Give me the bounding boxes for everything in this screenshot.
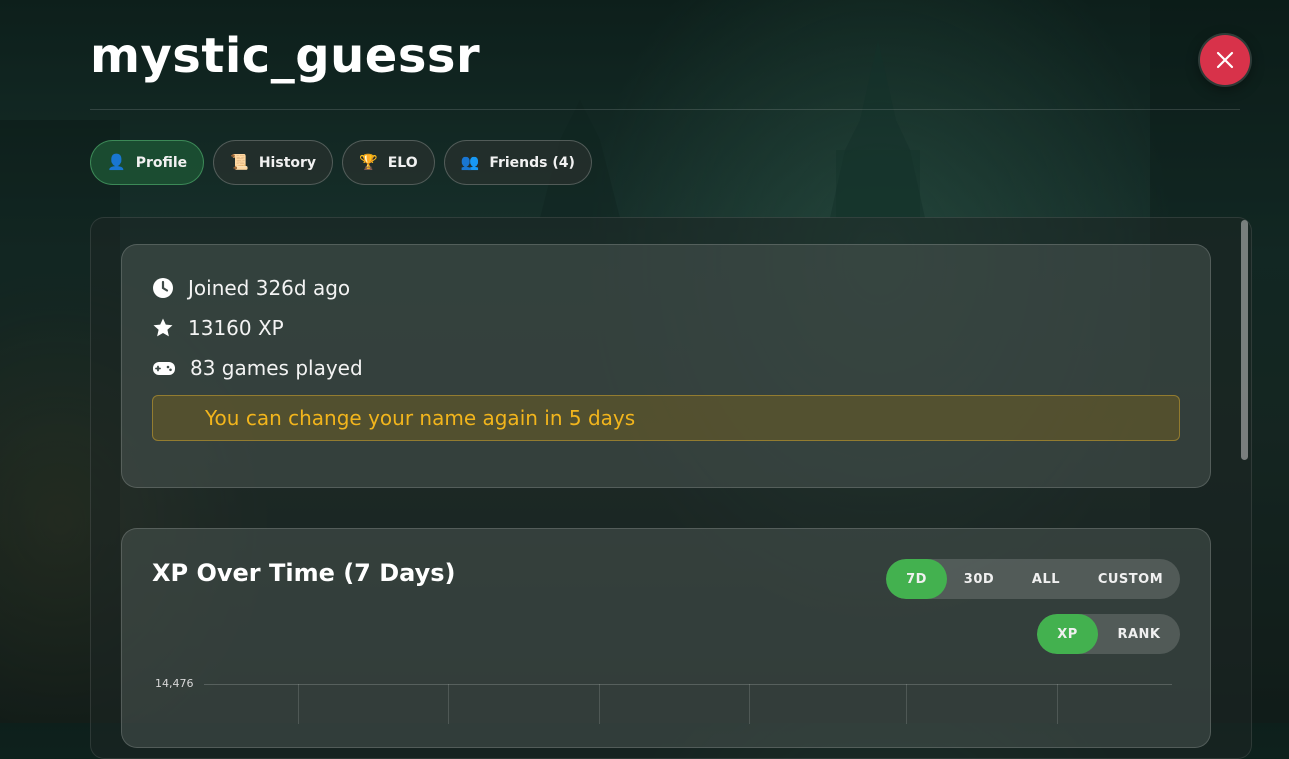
star-icon	[153, 318, 173, 337]
gridline-vertical	[1057, 684, 1058, 724]
range-30d-button[interactable]: 30D	[947, 559, 1011, 599]
xp-text: 13160 XP	[188, 316, 284, 340]
gridline-vertical	[448, 684, 449, 724]
tab-label: Friends (4)	[489, 154, 575, 171]
range-all-button[interactable]: ALL	[1011, 559, 1081, 599]
close-icon	[1216, 51, 1234, 69]
trophy-icon: 🏆	[359, 153, 378, 171]
header-divider	[90, 109, 1240, 110]
tab-profile[interactable]: 👤 Profile	[90, 140, 205, 185]
scrollbar-thumb[interactable]	[1241, 220, 1248, 460]
users-icon: 👥	[460, 153, 480, 171]
y-axis-top-label: 14,476	[155, 677, 194, 690]
tab-label: History	[258, 154, 317, 171]
games-row: 83 games played	[152, 356, 363, 380]
xp-row: 13160 XP	[152, 316, 284, 340]
user-icon: 👤	[107, 153, 126, 171]
close-button[interactable]	[1200, 35, 1250, 85]
notice-text: You can change your name again in 5 days	[205, 406, 636, 430]
gamepad-icon	[153, 362, 175, 375]
stats-card: Joined 326d ago 13160 XP 83 games played…	[121, 244, 1211, 488]
metric-xp-button[interactable]: XP	[1037, 614, 1098, 654]
range-custom-button[interactable]: CUSTOM	[1081, 559, 1180, 599]
joined-text: Joined 326d ago	[188, 276, 351, 300]
scroll-icon: 📜	[230, 153, 249, 171]
gridline-vertical	[298, 684, 299, 724]
tab-bar: 👤 Profile 📜 History 🏆 ELO 👥 Friends (4)	[90, 140, 592, 185]
tab-friends[interactable]: 👥 Friends (4)	[443, 140, 592, 185]
page-title: mystic_guessr	[90, 28, 481, 84]
gridline-vertical	[906, 684, 907, 724]
range-selector: 7D 30D ALL CUSTOM	[886, 559, 1180, 599]
chart-title: XP Over Time (7 Days)	[152, 559, 456, 587]
tab-elo[interactable]: 🏆 ELO	[342, 140, 435, 185]
gridline-top	[204, 684, 1172, 685]
tab-label: ELO	[387, 154, 418, 171]
xp-chart-card: XP Over Time (7 Days) 7D 30D ALL CUSTOM …	[121, 528, 1211, 748]
metric-rank-button[interactable]: RANK	[1098, 614, 1180, 654]
name-change-notice: You can change your name again in 5 days	[152, 395, 1180, 441]
metric-selector: XP RANK	[1037, 614, 1180, 654]
range-7d-button[interactable]: 7D	[886, 559, 947, 599]
tab-label: Profile	[135, 154, 188, 171]
gridline-vertical	[599, 684, 600, 724]
tab-history[interactable]: 📜 History	[213, 140, 334, 185]
games-text: 83 games played	[190, 356, 363, 380]
joined-row: Joined 326d ago	[152, 276, 350, 300]
gridline-vertical	[749, 684, 750, 724]
clock-icon	[153, 278, 173, 298]
